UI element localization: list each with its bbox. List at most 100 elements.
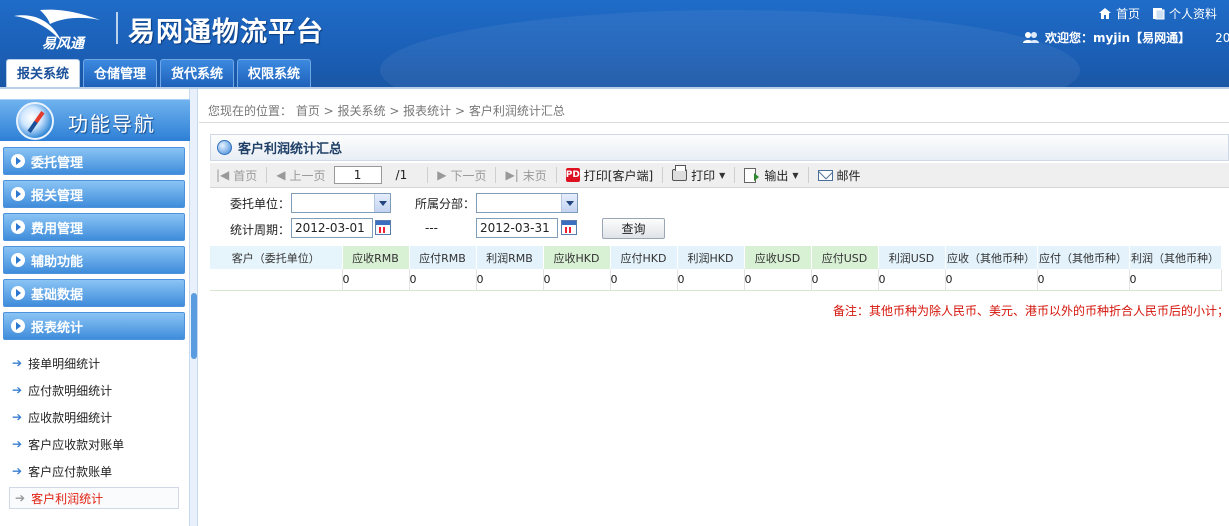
- breadcrumb: 您现在的位置： 首页 > 报关系统 > 报表统计 > 客户利润统计汇总: [208, 104, 565, 118]
- arrow-bullet-icon: [11, 220, 25, 234]
- app-title: 易网通物流平台: [128, 17, 324, 48]
- menu-group-reports[interactable]: 报表统计: [3, 312, 185, 340]
- first-page-button[interactable]: |◀ 首页: [216, 167, 257, 184]
- cell-value: 0: [744, 272, 752, 286]
- panel-title: 客户利润统计汇总: [238, 142, 343, 157]
- table-cell: 0: [878, 269, 946, 291]
- sidebar-item-payable-bill[interactable]: ➔ 客户应付款账单: [12, 460, 178, 482]
- date-from-input[interactable]: 2012-03-01: [291, 218, 373, 238]
- next-page-button[interactable]: ▶ 下一页: [437, 167, 486, 184]
- toolbar-separator: [427, 167, 429, 183]
- first-page-label: 首页: [233, 168, 258, 183]
- toolbar-separator: [266, 167, 268, 183]
- cell-value: 0: [945, 272, 953, 286]
- right-arrow-icon: ➔: [12, 383, 23, 397]
- nav-title: 功能导航: [68, 112, 156, 136]
- export-button[interactable]: 输出 ▼: [744, 167, 799, 184]
- welcome-bar: 欢迎您：myjin【易网通】 20: [1022, 29, 1229, 46]
- column-header: 利润RMB: [476, 246, 544, 269]
- mail-label: 邮件: [836, 168, 861, 183]
- menu-group-label: 辅助功能: [31, 254, 84, 270]
- dept-select[interactable]: [476, 193, 578, 213]
- prev-page-label: 上一页: [289, 168, 326, 183]
- page-number-input[interactable]: 1: [333, 166, 382, 184]
- column-header: 应付（其他币种）: [1037, 246, 1130, 269]
- right-arrow-icon: ➔: [15, 491, 26, 505]
- welcome-text: 欢迎您：myjin【易网通】: [1045, 31, 1191, 45]
- last-page-label: 末页: [522, 168, 547, 183]
- home-link[interactable]: 首页: [1098, 5, 1140, 22]
- prev-page-button[interactable]: ◀ 上一页: [276, 167, 325, 184]
- menu-group-fees[interactable]: 费用管理: [3, 213, 185, 241]
- table-cell: 0: [945, 269, 1038, 291]
- logo-divider: [116, 12, 118, 44]
- sidebar-collapse-handle[interactable]: [191, 293, 197, 359]
- footnote: 备注：其他币种为除人民币、美元、港币以外的币种折合人民币后的小计；: [832, 304, 1229, 318]
- date-to-input[interactable]: 2012-03-31: [476, 218, 558, 238]
- chevron-down-icon: [374, 194, 390, 212]
- last-page-icon: ▶|: [505, 168, 519, 182]
- menu-group-auxiliary[interactable]: 辅助功能: [3, 246, 185, 274]
- chevron-down-icon: [561, 194, 577, 212]
- cell-value: 0: [677, 272, 685, 286]
- client-select[interactable]: [291, 193, 391, 213]
- menu-group-label: 基础数据: [31, 287, 84, 303]
- print-client-button[interactable]: PDF 打印[客户端]: [565, 167, 654, 184]
- sidebar-item-label: 客户应付款账单: [28, 464, 113, 479]
- sidebar-item-receivable-statement[interactable]: ➔ 客户应收款对账单: [12, 433, 178, 455]
- cell-value: 0: [476, 272, 484, 286]
- compass-icon: [16, 102, 54, 140]
- sidebar-item-label: 客户应收款对账单: [28, 437, 125, 452]
- first-page-icon: |◀: [216, 168, 230, 182]
- mail-button[interactable]: 邮件: [817, 167, 861, 184]
- tab-customs[interactable]: 报关系统: [6, 59, 81, 88]
- arrow-bullet-icon: [11, 154, 25, 168]
- globe-icon: [217, 140, 232, 155]
- document-icon: [1152, 8, 1165, 20]
- query-button[interactable]: 查询: [602, 218, 665, 239]
- sidebar-item-label: 客户利润统计: [31, 491, 104, 506]
- arrow-bullet-icon: [11, 253, 25, 267]
- sidebar-item-receivables-detail[interactable]: ➔ 应收款明细统计: [12, 406, 178, 428]
- cell-value: 0: [811, 272, 819, 286]
- next-page-icon: ▶: [437, 168, 447, 182]
- sidebar-item-order-detail[interactable]: ➔ 接单明细统计: [12, 352, 178, 374]
- last-page-button[interactable]: ▶| 末页: [505, 167, 546, 184]
- print-button[interactable]: 打印 ▼: [672, 165, 726, 184]
- calendar-icon[interactable]: [561, 220, 577, 235]
- table-cell: 0: [610, 269, 678, 291]
- sidebar-item-payables-detail[interactable]: ➔ 应付款明细统计: [12, 379, 178, 401]
- calendar-icon[interactable]: [375, 220, 391, 235]
- toolbar-separator: [734, 167, 736, 183]
- menu-group-commission[interactable]: 委托管理: [3, 147, 185, 175]
- profile-link[interactable]: 个人资料: [1152, 5, 1217, 22]
- app-header: 易风通 易网通物流平台 首页 个人资料 欢迎您：myjin【易网通】 20 报关…: [0, 0, 1229, 88]
- print-label: 打印: [691, 168, 716, 183]
- cell-value: 0: [342, 272, 350, 286]
- table-header-row: 客户（委托单位） 应收RMB 应付RMB 利润RMB 应收HKD 应付HKD 利…: [210, 246, 1222, 269]
- tab-freight[interactable]: 货代系统: [160, 59, 235, 88]
- table-cell: 0: [543, 269, 611, 291]
- chevron-down-icon: ▼: [719, 170, 726, 180]
- sidebar-item-label: 接单明细统计: [28, 356, 101, 371]
- total-pages: /1: [395, 168, 408, 182]
- sidebar-item-customer-profit[interactable]: ➔ 客户利润统计: [9, 487, 179, 509]
- sidebar-item-label: 应收款明细统计: [28, 410, 113, 425]
- tab-permissions[interactable]: 权限系统: [237, 59, 312, 88]
- print-client-label: 打印[客户端]: [583, 168, 654, 183]
- table-cell: 0: [476, 269, 544, 291]
- menu-group-basic-data[interactable]: 基础数据: [3, 279, 185, 307]
- arrow-bullet-icon: [11, 286, 25, 300]
- date-text: 20: [1215, 30, 1229, 45]
- logo: 易风通: [14, 9, 100, 52]
- arrow-bullet-icon: [11, 319, 25, 333]
- column-header: 客户（委托单位）: [210, 246, 343, 269]
- menu-group-customs[interactable]: 报关管理: [3, 180, 185, 208]
- table-row: 0 0 0 0 0 0 0 0 0 0 0 0: [210, 269, 1222, 291]
- cell-value: 0: [610, 272, 618, 286]
- menu-group-label: 报关管理: [31, 188, 84, 204]
- pdf-icon: PDF: [565, 168, 586, 182]
- column-header: 应收（其他币种）: [945, 246, 1038, 269]
- client-label: 委托单位：: [230, 197, 291, 211]
- tab-warehouse[interactable]: 仓储管理: [83, 59, 158, 88]
